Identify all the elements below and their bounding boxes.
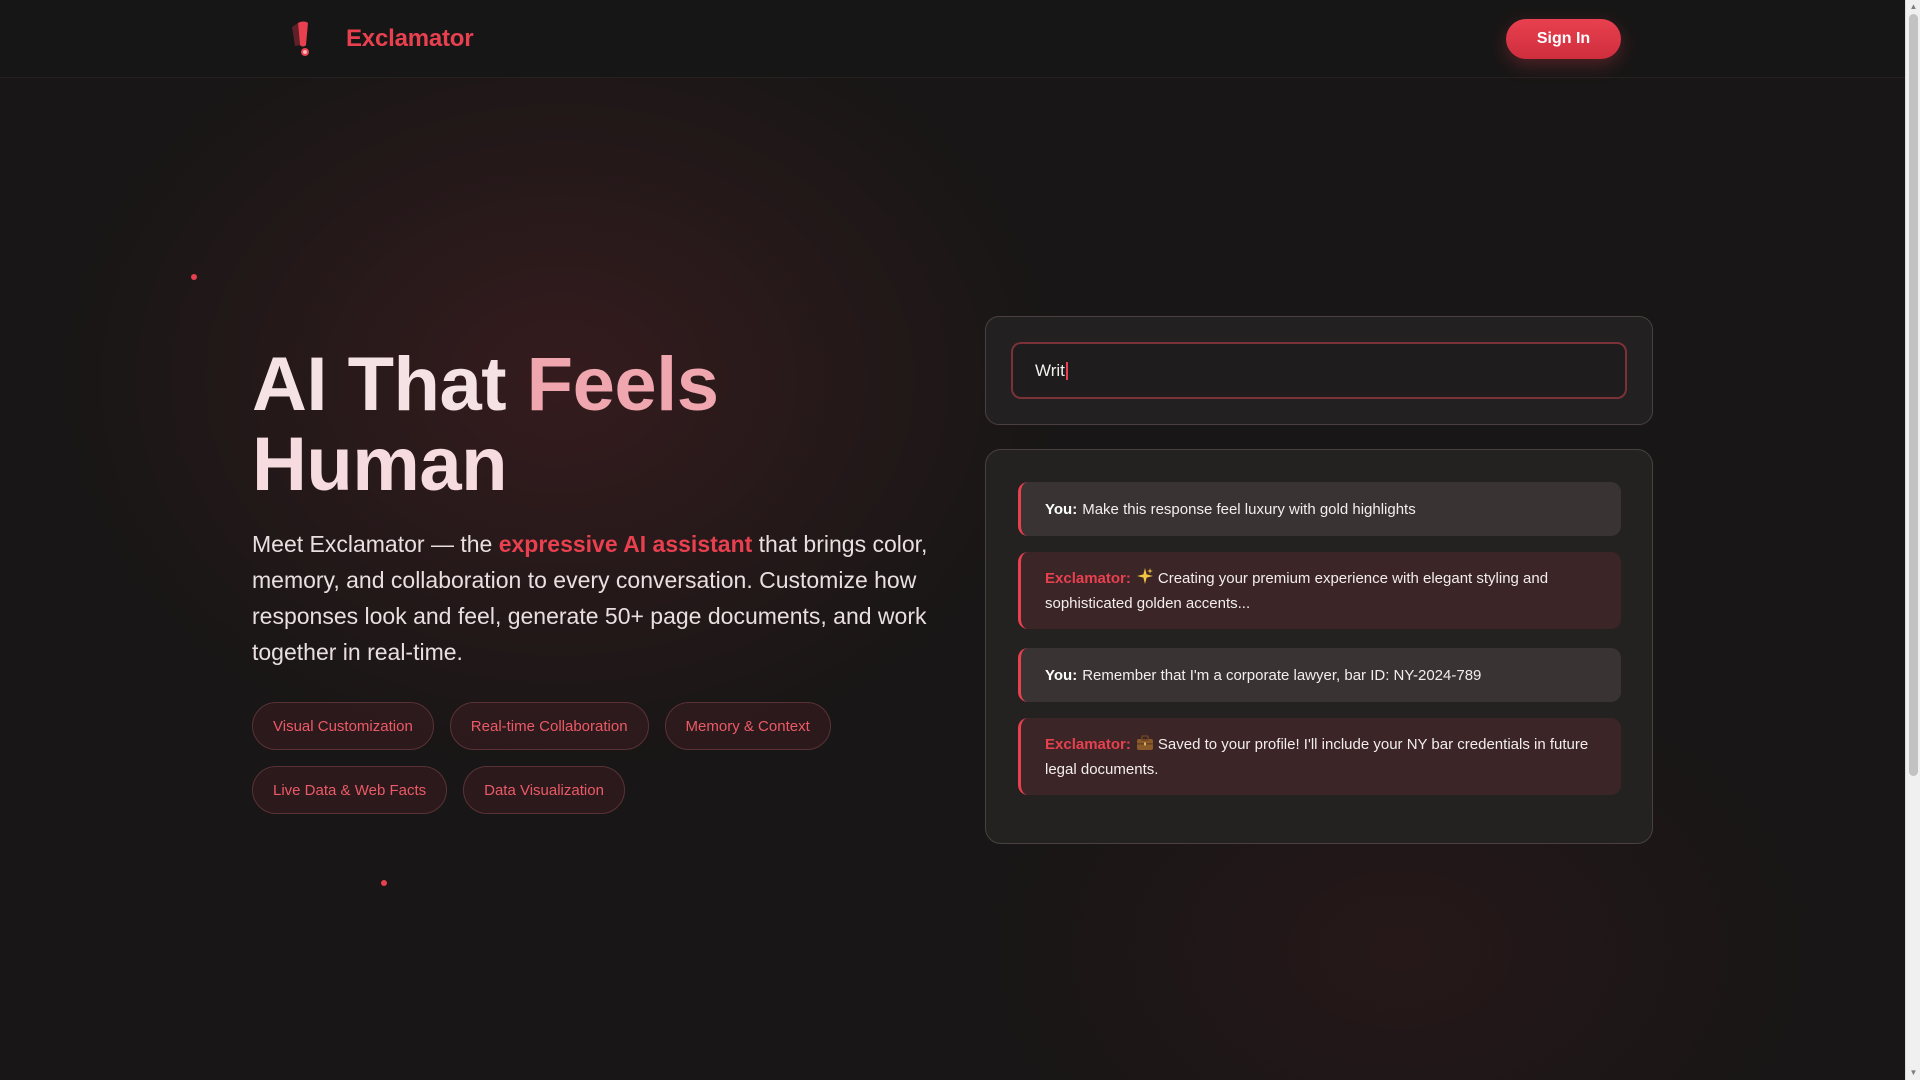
scroll-down-icon[interactable]: ▼ bbox=[1906, 1066, 1920, 1080]
page-scrollbar[interactable]: ▲ ▼ bbox=[1905, 0, 1920, 1080]
hero-description: Meet Exclamator — the expressive AI assi… bbox=[252, 526, 932, 670]
tag-row: Live Data & Web Facts Data Visualization bbox=[252, 766, 872, 814]
exclamation-icon bbox=[284, 17, 324, 61]
chat-message-assistant: Exclamator: Saved to your profile! I'll i… bbox=[1018, 718, 1621, 795]
message-text: Remember that I'm a corporate lawyer, ba… bbox=[1082, 666, 1482, 684]
message-speaker: You: bbox=[1045, 666, 1078, 684]
chat-preview: You: Make this response feel luxury with … bbox=[985, 449, 1653, 844]
tag-row: Visual Customization Real-time Collabora… bbox=[252, 702, 872, 750]
landing-page: Exclamator Sign In AI That Feels Human M… bbox=[0, 0, 1905, 1080]
hero-title-part: Human bbox=[252, 422, 508, 507]
decorative-dot bbox=[381, 880, 387, 886]
briefcase-icon bbox=[1136, 734, 1154, 758]
sign-in-button[interactable]: Sign In bbox=[1506, 19, 1621, 59]
feature-tag[interactable]: Live Data & Web Facts bbox=[252, 766, 448, 814]
decorative-dot bbox=[191, 274, 197, 280]
scroll-up-icon[interactable]: ▲ bbox=[1906, 0, 1920, 14]
message-speaker: You: bbox=[1045, 500, 1078, 518]
chat-message-assistant: Exclamator: Creating your premium experie… bbox=[1018, 552, 1621, 629]
site-header: Exclamator Sign In bbox=[0, 0, 1905, 78]
brand-name: Exclamator bbox=[346, 25, 474, 52]
feature-tag[interactable]: Data Visualization bbox=[463, 766, 625, 814]
feature-tag[interactable]: Memory & Context bbox=[664, 702, 831, 750]
hero-title-part: AI That bbox=[252, 342, 507, 427]
feature-tags: Visual Customization Real-time Collabora… bbox=[252, 702, 872, 830]
message-speaker: Exclamator: bbox=[1045, 735, 1131, 753]
desc-highlight: expressive AI assistant bbox=[498, 531, 753, 557]
text-caret bbox=[1065, 361, 1068, 380]
message-text: Make this response feel luxury with gold… bbox=[1082, 500, 1416, 518]
desc-text: Meet Exclamator — the bbox=[252, 531, 499, 557]
feature-tag[interactable]: Real-time Collaboration bbox=[449, 702, 649, 750]
prompt-input-value: Writ bbox=[1035, 360, 1065, 380]
brand[interactable]: Exclamator bbox=[284, 17, 474, 61]
chat-message-user: You: Make this response feel luxury with … bbox=[1018, 482, 1621, 536]
sparkles-icon bbox=[1136, 567, 1154, 592]
scrollbar-thumb[interactable] bbox=[1909, 14, 1918, 776]
hero-title: AI That Feels Human bbox=[252, 345, 952, 505]
message-speaker: Exclamator: bbox=[1045, 569, 1131, 587]
prompt-card: Writ bbox=[985, 316, 1653, 425]
prompt-input[interactable]: Writ bbox=[1011, 342, 1627, 399]
hero-title-accent: Feels bbox=[506, 342, 719, 427]
feature-tag[interactable]: Visual Customization bbox=[252, 702, 434, 750]
chat-message-user: You: Remember that I'm a corporate lawyer… bbox=[1018, 648, 1621, 702]
